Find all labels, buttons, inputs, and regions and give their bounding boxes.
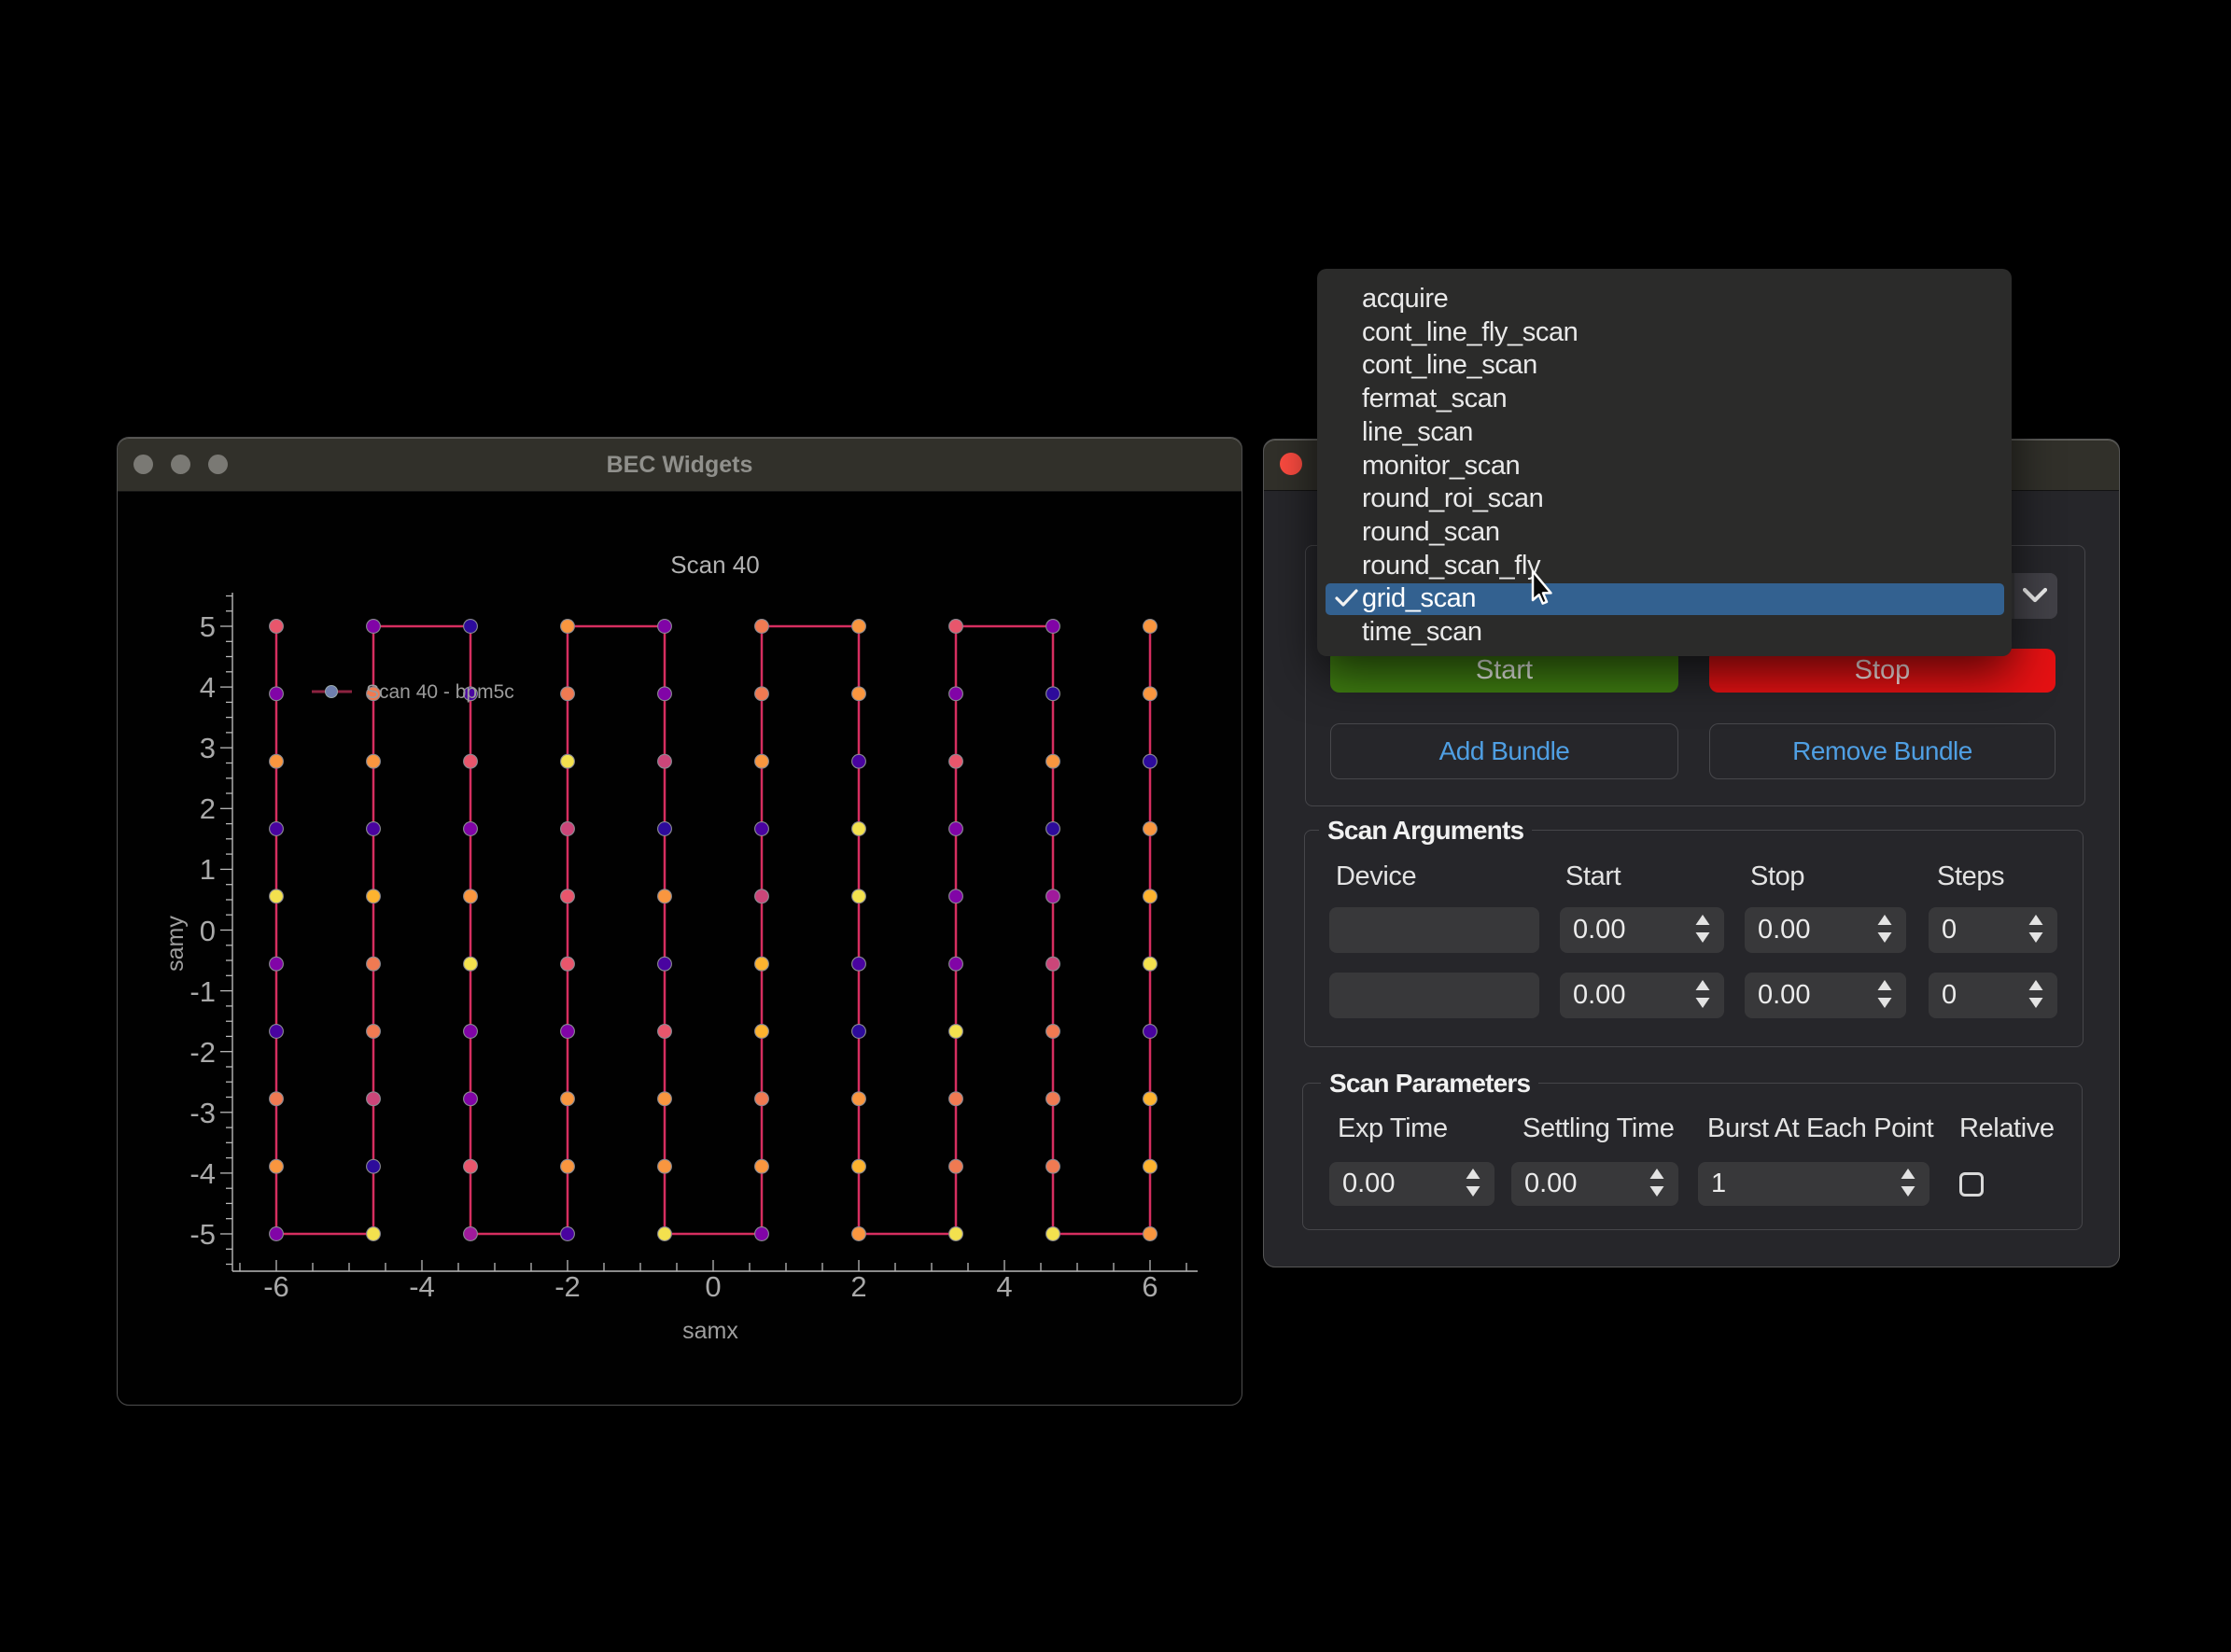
svg-text:-4: -4	[409, 1270, 435, 1303]
svg-text:-2: -2	[189, 1036, 216, 1069]
svg-text:2: 2	[200, 792, 216, 825]
svg-text:6: 6	[1142, 1270, 1158, 1303]
svg-text:-2: -2	[554, 1270, 581, 1303]
svg-text:5: 5	[200, 610, 216, 643]
svg-text:0: 0	[705, 1270, 721, 1303]
svg-text:0: 0	[200, 915, 216, 947]
svg-text:1: 1	[200, 853, 216, 886]
svg-text:samx: samx	[682, 1318, 738, 1344]
svg-text:samy: samy	[162, 916, 189, 972]
svg-text:-4: -4	[189, 1157, 216, 1190]
svg-text:4: 4	[996, 1270, 1012, 1303]
svg-text:-6: -6	[263, 1270, 289, 1303]
svg-text:2: 2	[850, 1270, 866, 1303]
svg-text:-5: -5	[189, 1218, 216, 1251]
svg-text:-1: -1	[189, 975, 216, 1008]
svg-text:4: 4	[200, 671, 216, 704]
svg-text:Scan 40 - bpm5c: Scan 40 - bpm5c	[366, 681, 514, 703]
svg-text:3: 3	[200, 732, 216, 764]
svg-text:Scan 40: Scan 40	[670, 551, 759, 579]
svg-text:-3: -3	[189, 1097, 216, 1129]
